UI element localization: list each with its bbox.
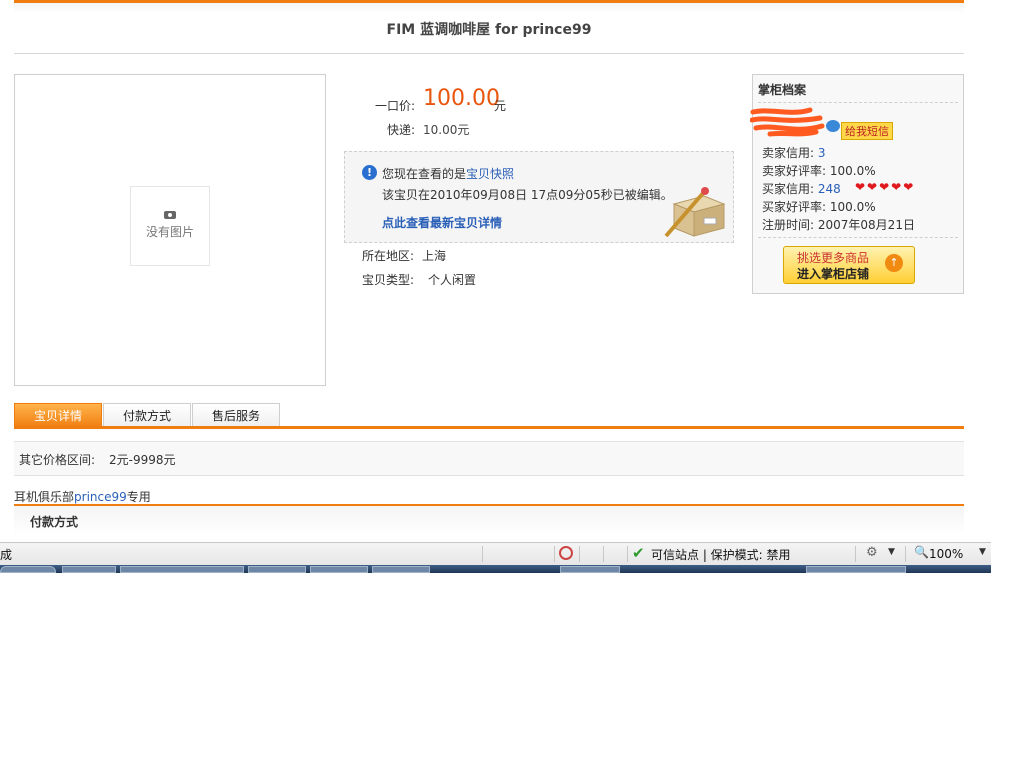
club-suffix: 专用: [126, 490, 151, 504]
seller-rate-value: 100.0%: [829, 164, 876, 178]
tab-payment[interactable]: 付款方式: [103, 403, 191, 428]
payment-section-title: 付款方式: [30, 515, 79, 529]
taskbar-item[interactable]: [310, 566, 368, 573]
club-link[interactable]: prince99: [74, 490, 127, 504]
no-image-placeholder: 没有图片: [130, 186, 210, 266]
taskbar-item[interactable]: [372, 566, 430, 573]
region-value: 上海: [422, 249, 447, 263]
message-icon[interactable]: [826, 120, 840, 132]
snapshot-link[interactable]: 宝贝快照: [466, 167, 514, 181]
seller-divider-bottom: [758, 237, 958, 238]
tab-item-details[interactable]: 宝贝详情: [14, 403, 102, 428]
send-message-button[interactable]: 给我短信: [841, 122, 893, 140]
region-label: 所在地区:: [362, 249, 415, 263]
arrow-up-icon: ↑: [885, 254, 903, 272]
zoom-icon[interactable]: 🔍: [914, 545, 929, 559]
shipping-value: 10.00元: [423, 123, 470, 137]
snapshot-prefix: 您现在查看的是: [382, 167, 467, 181]
view-latest-link[interactable]: 点此查看最新宝贝详情: [382, 214, 502, 231]
taskbar-item[interactable]: [120, 566, 244, 573]
shop-button-line1: 挑选更多商品: [797, 251, 870, 265]
buyer-rate-row: 买家好评率: 100.0%: [762, 198, 876, 215]
page-title: FIM 蓝调咖啡屋 for prince99: [386, 22, 592, 38]
section-shade: [14, 506, 964, 536]
buyer-credit-row: 买家信用: 248: [762, 180, 841, 197]
seller-divider: [758, 102, 958, 103]
browser-status-bar: [0, 542, 991, 565]
seller-credit-label: 卖家信用:: [762, 146, 815, 160]
redacted-seller-name: [750, 107, 825, 137]
price-unit: 元: [494, 99, 507, 113]
start-button[interactable]: [0, 566, 56, 573]
taskbar-item[interactable]: [62, 566, 116, 573]
shop-button-line2: 进入掌柜店铺: [797, 267, 870, 281]
seller-panel-title: 掌柜档案: [758, 83, 807, 97]
heart-rating-icon: ❤❤❤❤❤: [855, 180, 916, 194]
info-icon: !: [362, 165, 377, 180]
register-value: 2007年08月21日: [817, 218, 915, 232]
package-pencil-icon: [664, 187, 726, 238]
price-range-value: 2元-9998元: [109, 453, 176, 467]
snapshot-line1: 您现在查看的是宝贝快照: [382, 165, 514, 182]
privacy-icon[interactable]: [559, 546, 573, 560]
register-time-row: 注册时间: 2007年08月21日: [762, 216, 915, 233]
price-label: 一口价:: [375, 99, 416, 113]
tab-underline: [14, 426, 964, 429]
zoom-level[interactable]: 100%: [929, 547, 963, 561]
buyer-rate-value: 100.0%: [829, 200, 876, 214]
taskbar-item[interactable]: [560, 566, 620, 573]
price-range-label: 其它价格区间:: [19, 453, 96, 467]
buyer-rate-label: 买家好评率:: [762, 200, 827, 214]
register-label: 注册时间:: [762, 218, 815, 232]
gear-icon[interactable]: ⚙: [866, 545, 878, 560]
taskbar-item[interactable]: [248, 566, 306, 573]
seller-credit-value[interactable]: 3: [818, 146, 826, 160]
check-icon: ✔: [632, 544, 645, 562]
item-type-label: 宝贝类型:: [362, 273, 415, 287]
title-divider: [14, 53, 964, 54]
club-prefix: 耳机俱乐部: [14, 490, 75, 504]
buyer-credit-label: 买家信用:: [762, 182, 815, 196]
price-value: 100.00: [423, 86, 500, 111]
status-text: 成: [0, 548, 13, 562]
seller-rate-label: 卖家好评率:: [762, 164, 827, 178]
snapshot-edit-note: 该宝贝在2010年09月08日 17点09分05秒已被编辑。: [382, 188, 673, 202]
club-note: 耳机俱乐部prince99专用: [14, 488, 151, 505]
zoom-dropdown-icon[interactable]: ▼: [979, 547, 986, 557]
camera-icon: [164, 211, 176, 219]
top-shade: [14, 3, 964, 13]
no-image-text: 没有图片: [145, 225, 194, 239]
chevron-down-icon[interactable]: ▼: [888, 547, 895, 557]
taskbar-item[interactable]: [806, 566, 906, 573]
seller-credit-row: 卖家信用: 3: [762, 144, 826, 161]
seller-rate-row: 卖家好评率: 100.0%: [762, 162, 876, 179]
security-zone-text[interactable]: 可信站点 | 保护模式: 禁用: [651, 546, 791, 563]
tab-after-sales[interactable]: 售后服务: [192, 403, 280, 428]
shipping-label: 快递:: [387, 123, 416, 137]
item-type-value: 个人闲置: [428, 273, 477, 287]
buyer-credit-value[interactable]: 248: [818, 182, 841, 196]
